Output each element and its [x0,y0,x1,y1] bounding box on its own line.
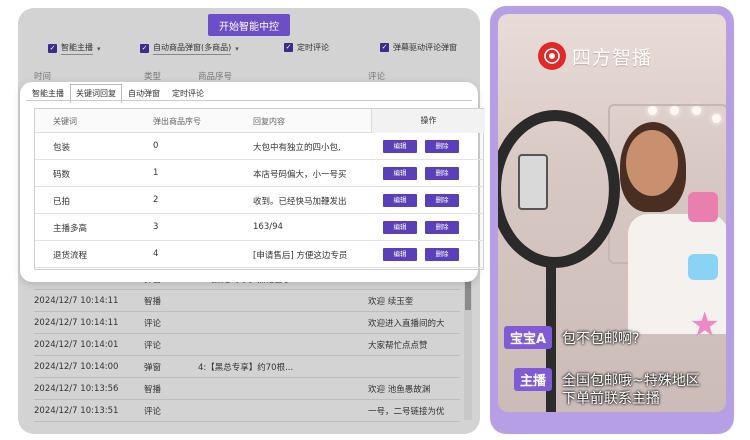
chat-bubble-icon [688,254,718,280]
keyword-reply-dialog: 智能主播 关键词回复 自动弹窗 定时评论 关键词 弹出商品序号 回复内容 操作 … [20,82,485,282]
checkbox-danmaku-comment-popup[interactable]: ✓ 弹幕驱动评论弹窗 [380,42,457,53]
chevron-down-icon[interactable]: ▾ [97,45,101,53]
keyword-cell-product: 4 [153,249,159,259]
keyword-row[interactable]: 码数 1 本店号码偏大，小一号买 编辑 删除 [35,160,483,187]
checkbox-auto-product-popup[interactable]: ✓ 自动商品弹窗(多商品) ▾ [140,42,239,55]
keyword-cell-reply: 本店号码偏大，小一号买 [253,170,347,180]
keyword-row[interactable]: 主播多高 3 163/94 编辑 删除 [35,214,483,241]
log-row[interactable]: 2024/12/7 10:14:11 评论 欢迎进入直播间的大 [34,312,460,334]
checkbox-label: 弹幕驱动评论弹窗 [393,43,457,52]
delete-button[interactable]: 删除 [425,167,459,180]
keyword-table: 关键词 弹出商品序号 回复内容 操作 包装 0 大包中有独立的四小包, 编辑 删除 码数 1… [34,108,485,270]
column-header: 类型 [144,72,162,82]
column-header: 评论 [368,72,386,82]
keyword-cell-keyword: 包装 [53,143,71,153]
keyword-cell-product: 0 [153,141,159,151]
log-cell-type: 评论 [144,340,162,351]
log-cell-type: 智播 [144,296,162,307]
checkbox-label: 定时评论 [297,43,329,52]
keyword-cell-product: 3 [153,222,159,232]
keyword-row[interactable]: 已拍 2 收到。已经快马加鞭发出 编辑 删除 [35,187,483,214]
keyword-cell-reply: [申请售后] 方便这边专员 [253,251,348,261]
checkbox-label: 智能主播 [61,42,93,55]
checkbox-checked-icon: ✓ [284,43,293,52]
mounted-phone [518,154,548,210]
chevron-down-icon[interactable]: ▾ [235,45,239,53]
log-row[interactable]: 2024/12/7 10:14:00 弹窗 4:【黑总专享】约70根... [34,356,460,378]
log-row[interactable]: 2024/12/7 10:13:56 智播 欢迎 池鱼愚故渊 [34,378,460,400]
log-cell-time: 2024/12/7 10:14:00 [34,361,119,372]
keyword-cell-product: 1 [153,168,159,178]
star-icon: ★ [689,305,720,345]
log-cell-time: 2024/12/7 10:13:51 [34,405,119,416]
log-cell-type: 评论 [144,318,162,329]
host-message-line-2: 下单前联系主播 [562,391,660,407]
log-cell-comment: 大家帮忙点点赞 [368,340,428,351]
keyword-row[interactable]: 退货流程 4 [申请售后] 方便这边专员 编辑 删除 [35,241,483,268]
feature-toolbar: ✓ 智能主播 ▾ ✓ 自动商品弹窗(多商品) ▾ ✓ 定时评论 ✓ 弹幕驱动评论… [48,42,468,58]
ring-light [498,110,620,268]
log-cell-time: 2024/12/7 10:13:56 [34,383,119,394]
live-stream-preview: 四方智播 ★ 宝宝A 包不包邮啊? 主播 全国包邮哦~特殊地区 下单前联系主播 [498,14,726,412]
keyword-table-header: 关键词 弹出商品序号 回复内容 操作 [35,109,485,133]
host-message-line-1: 全国包邮哦~特殊地区 [562,373,700,389]
edit-button[interactable]: 编辑 [383,221,417,234]
log-cell-type: 评论 [144,406,162,417]
column-header: 回复内容 [253,117,285,126]
log-cell-product: 4:【黑总专享】约70根... [198,362,294,373]
log-cell-comment: 欢迎进入直播间的大 [368,318,445,329]
scrollbar-thumb[interactable] [465,280,471,310]
delete-button[interactable]: 删除 [425,248,459,261]
keyword-row[interactable]: 包装 0 大包中有独立的四小包, 编辑 删除 [35,133,483,160]
keyword-cell-reply: 163/94 [253,222,283,232]
column-header: 时间 [34,72,52,82]
tab-divider [26,100,472,101]
checkbox-timed-comment[interactable]: ✓ 定时评论 [284,42,329,53]
brand-logo: 四方智播 [538,42,652,70]
keyword-cell-keyword: 退货流程 [53,251,88,261]
viewer-message: 包不包邮啊? [562,331,640,347]
log-row[interactable]: 2024/12/7 10:14:11 智播 欢迎 续玉奎 [34,290,460,312]
log-cell-time: 2024/12/7 10:14:11 [34,295,119,306]
host-tag: 主播 [514,368,553,391]
edit-button[interactable]: 编辑 [383,167,417,180]
broadcast-icon [538,42,566,70]
column-header: 关键词 [53,117,77,126]
keyword-cell-product: 2 [153,195,159,205]
checkbox-checked-icon: ✓ [380,43,389,52]
log-cell-comment: 欢迎 续玉奎 [368,296,414,307]
log-cell-comment: 一号，二号链接为优 [368,406,445,417]
like-icon [688,192,718,222]
log-cell-comment: 欢迎 池鱼愚故渊 [368,384,431,395]
checkbox-checked-icon: ✓ [140,44,149,53]
delete-button[interactable]: 删除 [425,221,459,234]
brand-name: 四方智播 [572,46,653,69]
log-cell-time: 2024/12/7 10:14:01 [34,339,119,350]
column-header: 弹出商品序号 [153,117,201,126]
log-row[interactable]: 2024/12/7 10:14:01 评论 大家帮忙点点赞 [34,334,460,356]
keyword-cell-keyword: 码数 [53,170,71,180]
keyword-cell-reply: 收到。已经快马加鞭发出 [253,197,347,207]
column-header: 商品序号 [198,72,233,82]
column-header: 操作 [371,109,485,133]
edit-button[interactable]: 编辑 [383,248,417,261]
viewer-tag: 宝宝A [504,326,553,349]
log-cell-type: 弹窗 [144,362,162,373]
delete-button[interactable]: 删除 [425,194,459,207]
checkbox-smart-host[interactable]: ✓ 智能主播 ▾ [48,42,101,55]
checkbox-checked-icon: ✓ [48,44,57,53]
edit-button[interactable]: 编辑 [383,140,417,153]
edit-button[interactable]: 编辑 [383,194,417,207]
keyword-cell-keyword: 已拍 [53,197,71,207]
log-cell-type: 智播 [144,384,162,395]
keyword-cell-reply: 大包中有独立的四小包, [253,143,341,153]
streamer-face [626,130,678,196]
start-smart-control-button[interactable]: 开始智能中控 [208,14,290,36]
delete-button[interactable]: 删除 [425,140,459,153]
keyword-cell-keyword: 主播多高 [53,224,88,234]
log-row[interactable]: 2024/12/7 10:13:51 评论 一号，二号链接为优 [34,400,460,422]
log-cell-time: 2024/12/7 10:14:11 [34,317,119,328]
checkbox-label: 自动商品弹窗(多商品) [153,42,232,55]
